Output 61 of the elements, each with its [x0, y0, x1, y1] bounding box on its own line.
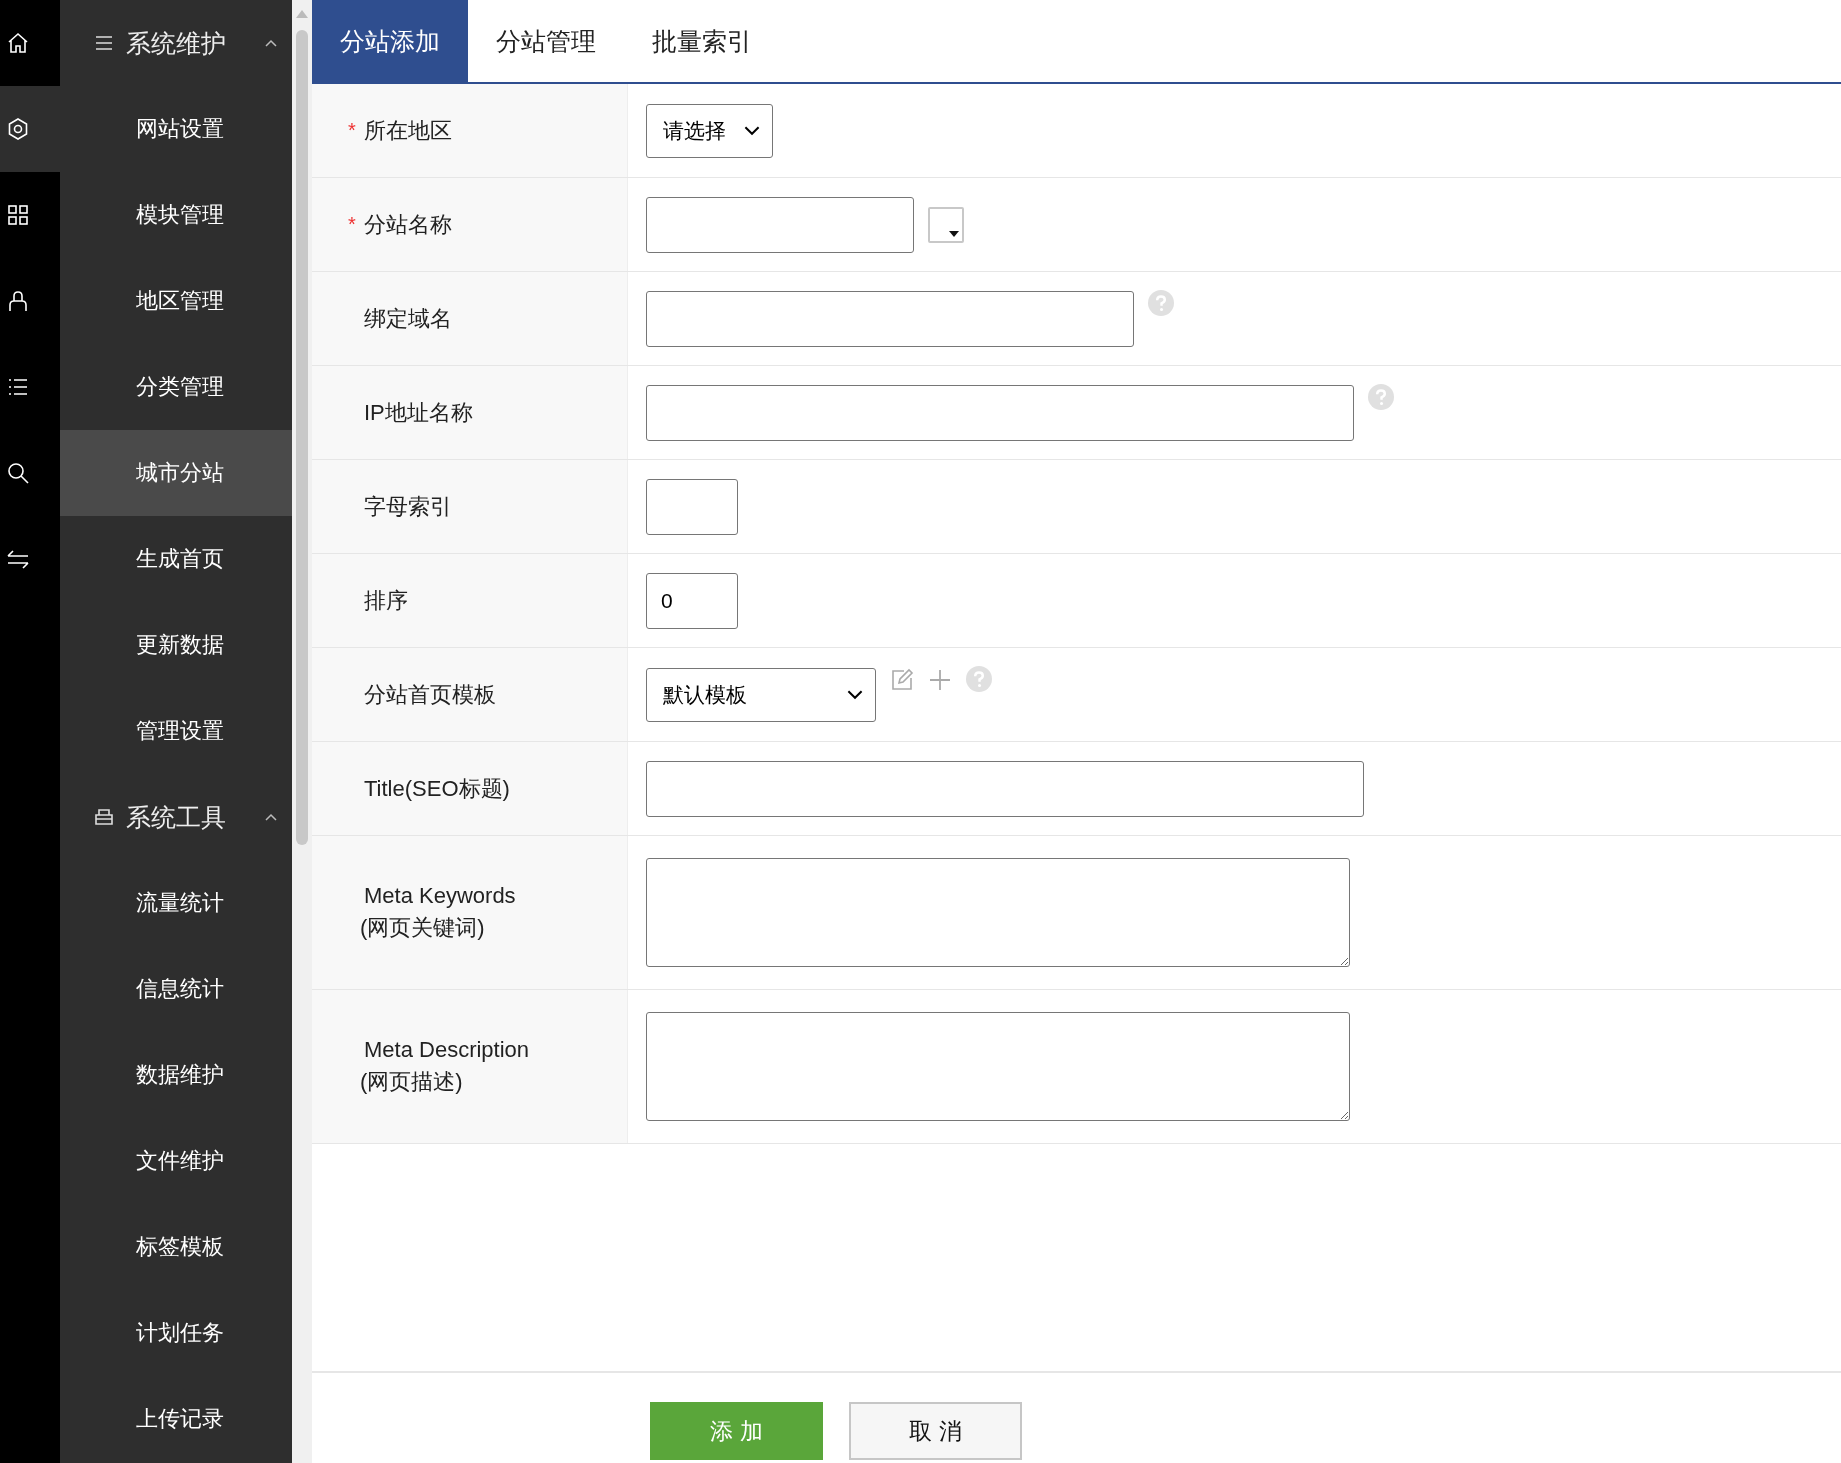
form-button[interactable]: 取 消 [849, 1402, 1022, 1460]
sidebar-item[interactable]: 标签模板 [60, 1204, 292, 1290]
text-input[interactable] [646, 196, 914, 253]
required-mark: * [348, 119, 357, 142]
sidebar-item[interactable]: 模块管理 [60, 172, 292, 258]
home-icon[interactable] [6, 31, 30, 55]
sidebar-group-header[interactable]: 系统维护 [60, 0, 292, 86]
tab[interactable]: 分站管理 [468, 0, 624, 82]
field-label: Meta Description [364, 1036, 530, 1063]
field-label: 绑定域名 [364, 304, 452, 333]
sidebar-item[interactable]: 网站设置 [60, 86, 292, 172]
field-label: (网页关键词) [360, 913, 486, 942]
text-input[interactable] [646, 478, 738, 535]
sidebar-group-header[interactable]: 系统工具 [60, 774, 292, 860]
field-label: IP地址名称 [364, 398, 473, 427]
field-label: 排序 [364, 586, 408, 615]
sidebar-item[interactable]: 地区管理 [60, 258, 292, 344]
sidebar-item[interactable]: 生成首页 [60, 516, 292, 602]
gear-icon[interactable] [6, 117, 30, 141]
select-dropdown[interactable]: 默认模板 [646, 667, 876, 722]
printer-icon [94, 807, 114, 827]
chevron-icon [264, 38, 278, 48]
textarea-input[interactable] [646, 858, 1350, 967]
field-label: 字母索引 [364, 492, 452, 521]
grid-icon[interactable] [6, 203, 30, 227]
caret-icon [744, 125, 760, 136]
text-input[interactable] [646, 760, 1364, 817]
sidebar-item[interactable]: 信息统计 [60, 946, 292, 1032]
menu-icon [94, 33, 114, 53]
textarea-input[interactable] [646, 1012, 1350, 1121]
tab[interactable]: 批量索引 [624, 0, 780, 82]
edit-icon[interactable] [890, 668, 914, 692]
field-label: 分站首页模板 [364, 680, 496, 709]
required-mark: * [348, 213, 357, 236]
text-input[interactable]: 0 [646, 572, 738, 629]
field-label: Meta Keywords [364, 882, 516, 909]
sidebar-item[interactable]: 更新数据 [60, 602, 292, 688]
scrollbar-thumb[interactable] [296, 30, 308, 845]
field-label: 所在地区 [364, 116, 452, 145]
sidebar-item[interactable]: 城市分站 [60, 430, 292, 516]
text-input[interactable] [646, 290, 1134, 347]
user-icon[interactable] [6, 289, 30, 313]
swap-arrows-icon[interactable] [6, 547, 30, 571]
sidebar-item[interactable]: 管理设置 [60, 688, 292, 774]
tab[interactable]: 分站添加 [312, 0, 468, 82]
field-label: 分站名称 [364, 210, 452, 239]
sidebar-item[interactable]: 数据维护 [60, 1032, 292, 1118]
select-dropdown[interactable]: 请选择 [646, 103, 773, 158]
field-label: (网页描述) [360, 1067, 464, 1096]
color-picker[interactable] [928, 206, 964, 243]
sidebar-item[interactable]: 分类管理 [60, 344, 292, 430]
caret-icon [847, 689, 863, 700]
sidebar-item[interactable]: 文件维护 [60, 1118, 292, 1204]
chevron-icon [264, 812, 278, 822]
sidebar-item[interactable]: 上传记录 [60, 1376, 292, 1462]
search-icon[interactable] [6, 461, 30, 485]
field-label: Title(SEO标题) [364, 774, 510, 803]
text-input[interactable] [646, 384, 1354, 441]
plus-icon[interactable] [928, 668, 952, 692]
sidebar-item[interactable]: 流量统计 [60, 860, 292, 946]
sidebar-item[interactable]: 计划任务 [60, 1290, 292, 1376]
